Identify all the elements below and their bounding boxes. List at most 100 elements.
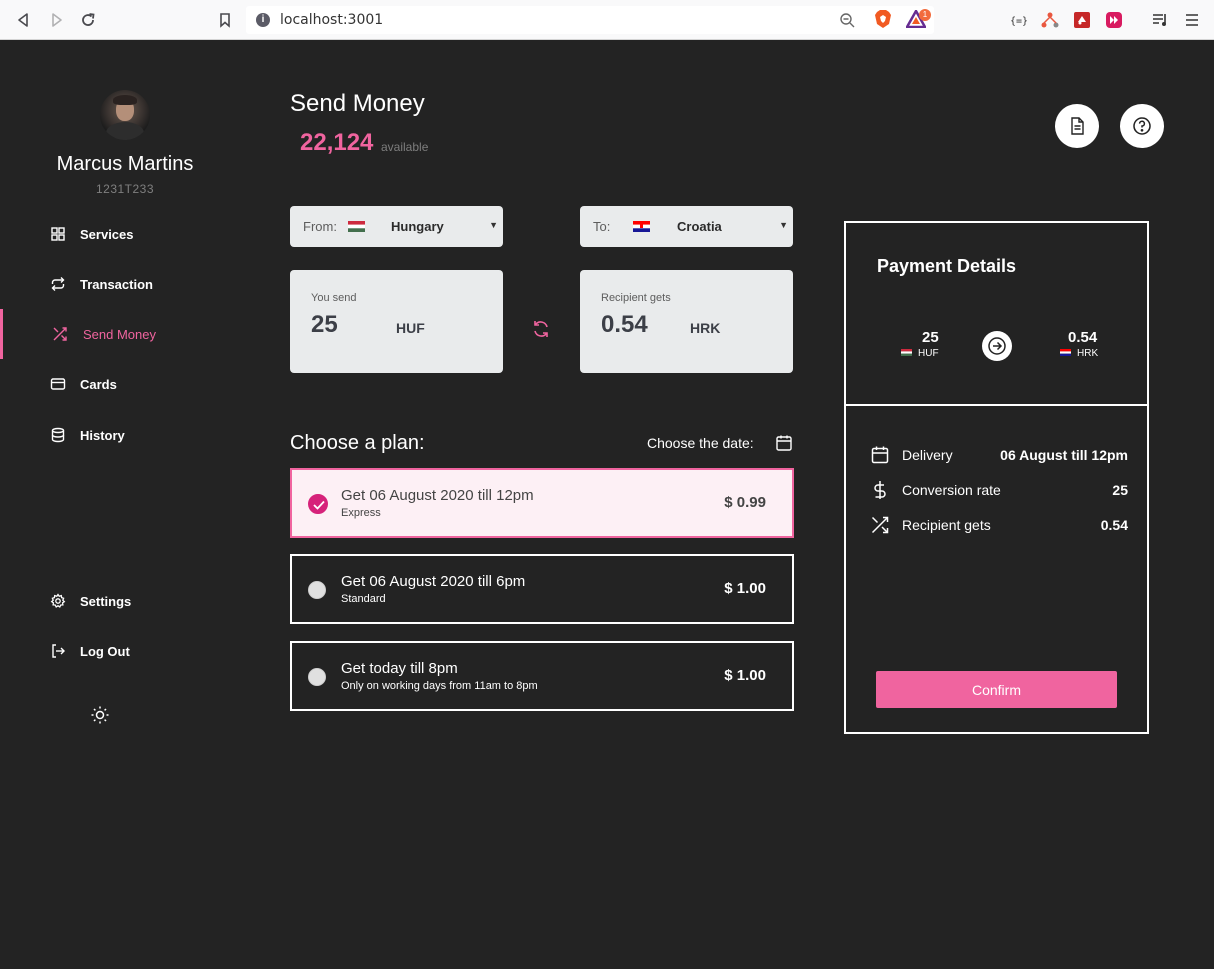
page-title: Send Money <box>290 90 425 117</box>
from-country-select[interactable]: From: Hungary ▼ <box>290 206 503 247</box>
payment-title: Payment Details <box>877 256 1017 276</box>
reload-icon[interactable] <box>78 10 98 30</box>
rewards-badge: 1 <box>919 9 931 21</box>
plan-option-today[interactable]: Get today till 8pm Only on working days … <box>290 641 794 711</box>
sidebar-item-label: Services <box>80 226 134 242</box>
sidebar-item-settings[interactable]: Settings <box>0 583 250 619</box>
plan-subtitle: Express <box>341 507 381 519</box>
url-text: localhost:3001 <box>280 12 384 28</box>
radio-unchecked[interactable] <box>308 581 326 599</box>
payment-details-card: Payment Details 25 HUF 0.54 HRK Delivery… <box>844 221 1149 734</box>
media-extension-icon[interactable] <box>1104 10 1124 30</box>
to-country-select[interactable]: To: Croatia ▼ <box>580 206 793 247</box>
plan-title: Get 06 August 2020 till 6pm <box>341 573 526 590</box>
bookmark-icon[interactable] <box>215 10 235 30</box>
receive-amount-field[interactable]: Recipient gets 0.54 HRK <box>580 270 793 373</box>
balance-label: available <box>381 140 429 154</box>
chevron-down-icon: ▼ <box>489 220 498 230</box>
plan-price: $ 0.99 <box>724 494 766 511</box>
grid-icon <box>50 226 66 242</box>
radio-checked[interactable] <box>308 494 328 514</box>
user-name: Marcus Martins <box>56 153 194 175</box>
sidebar-item-label: Transaction <box>80 276 153 292</box>
browser-toolbar: i localhost:3001 1 {=} <box>0 0 1214 40</box>
detail-label: Conversion rate <box>902 482 1001 498</box>
sidebar-item-history[interactable]: History <box>0 417 250 453</box>
calendar-icon <box>870 445 890 465</box>
radio-unchecked[interactable] <box>308 668 326 686</box>
plan-title: Get today till 8pm <box>341 660 458 677</box>
detail-row-conversion-rate: Conversion rate 25 <box>870 479 1128 503</box>
to-label: To: <box>593 219 611 234</box>
json-viewer-icon[interactable]: {=} <box>1008 10 1028 30</box>
sidebar-item-label: History <box>80 427 125 443</box>
library-icon[interactable] <box>1150 10 1170 30</box>
detail-row-recipient-gets: Recipient gets 0.54 <box>870 514 1128 538</box>
send-caption: You send <box>311 292 357 304</box>
arrow-right-icon <box>982 331 1012 361</box>
payment-to-currency: HRK <box>1077 348 1099 359</box>
date-picker-label[interactable]: Choose the date: <box>647 435 754 451</box>
address-bar[interactable]: i localhost:3001 1 <box>246 6 934 34</box>
sidebar-item-cards[interactable]: Cards <box>0 366 250 402</box>
sidebar-item-logout[interactable]: Log Out <box>0 633 250 669</box>
gear-icon <box>50 593 66 609</box>
to-country: Croatia <box>677 219 722 234</box>
sidebar-item-services[interactable]: Services <box>0 216 250 252</box>
network-extension-icon[interactable] <box>1040 10 1060 30</box>
user-id: 1231T233 <box>95 182 155 196</box>
receive-currency: HRK <box>690 320 721 336</box>
plan-title: Get 06 August 2020 till 12pm <box>341 487 534 504</box>
payment-to-amount: 0.54 <box>1068 329 1098 346</box>
sidebar-item-send-money[interactable]: Send Money <box>0 309 250 359</box>
plan-subtitle: Standard <box>341 593 386 605</box>
shuffle-icon <box>870 515 890 535</box>
calendar-icon[interactable] <box>775 434 793 452</box>
document-button[interactable] <box>1055 104 1099 148</box>
repeat-icon <box>50 276 66 292</box>
detail-label: Delivery <box>902 447 953 463</box>
swap-icon[interactable] <box>531 319 551 339</box>
back-icon[interactable] <box>14 10 34 30</box>
divider <box>846 404 1147 406</box>
avatar <box>100 90 150 140</box>
detail-value: 25 <box>1112 482 1128 498</box>
check-icon <box>313 500 325 510</box>
detail-row-delivery: Delivery 06 August till 12pm <box>870 444 1128 468</box>
confirm-button[interactable]: Confirm <box>876 671 1117 708</box>
logout-icon <box>50 643 66 659</box>
balance-amount: 22,124 <box>300 129 374 156</box>
sidebar-item-label: Send Money <box>83 326 156 342</box>
sun-icon[interactable] <box>90 705 110 725</box>
plan-option-standard[interactable]: Get 06 August 2020 till 6pm Standard $ 1… <box>290 554 794 624</box>
receive-amount[interactable]: 0.54 <box>601 311 648 339</box>
dollar-icon <box>870 480 890 500</box>
hungary-flag-icon <box>348 221 365 232</box>
from-label: From: <box>303 219 337 234</box>
devtools-extension-icon[interactable] <box>1072 10 1092 30</box>
receive-caption: Recipient gets <box>601 292 671 304</box>
menu-icon[interactable] <box>1182 10 1202 30</box>
plan-subtitle: Only on working days from 11am to 8pm <box>341 680 538 692</box>
payment-from-currency: HUF <box>918 348 939 359</box>
forward-icon[interactable] <box>46 10 66 30</box>
plan-option-express[interactable]: Get 06 August 2020 till 12pm Express $ 0… <box>290 468 794 538</box>
brave-shields-icon[interactable] <box>874 9 892 29</box>
credit-card-icon <box>50 376 66 392</box>
send-amount-field[interactable]: You send 25 HUF <box>290 270 503 373</box>
payment-from-amount: 25 <box>922 329 939 346</box>
croatia-flag-icon <box>1060 349 1071 356</box>
send-amount[interactable]: 25 <box>311 311 338 339</box>
detail-value: 06 August till 12pm <box>1000 447 1128 463</box>
sidebar-item-transaction[interactable]: Transaction <box>0 266 250 302</box>
from-country: Hungary <box>391 219 444 234</box>
help-button[interactable] <box>1120 104 1164 148</box>
plan-price: $ 1.00 <box>724 580 766 597</box>
zoom-icon[interactable] <box>839 12 855 28</box>
hungary-flag-icon <box>901 349 912 356</box>
site-info-icon[interactable]: i <box>256 13 270 27</box>
chevron-down-icon: ▼ <box>779 220 788 230</box>
svg-text:{=}: {=} <box>1010 16 1028 27</box>
sidebar-item-label: Settings <box>80 593 132 609</box>
detail-label: Recipient gets <box>902 517 991 533</box>
